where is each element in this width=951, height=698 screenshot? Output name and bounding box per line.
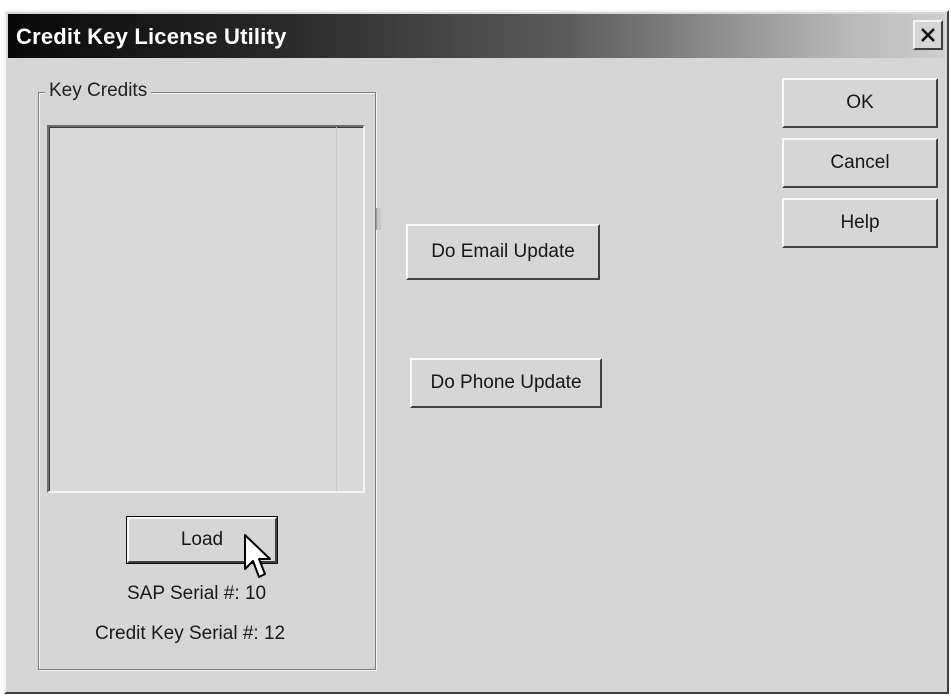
title-bar[interactable]: Credit Key License Utility (8, 14, 945, 58)
load-button[interactable]: Load (126, 516, 278, 564)
credit-key-license-dialog: Credit Key License Utility Key Credits L… (4, 10, 949, 694)
key-credits-list[interactable] (47, 125, 365, 493)
key-credits-label: Key Credits (45, 80, 152, 102)
key-credits-list-scrollbar[interactable] (336, 127, 363, 491)
email-update-button[interactable]: Do Email Update (406, 224, 600, 280)
divider-notch (376, 208, 381, 230)
sap-serial-label: SAP Serial #: (127, 583, 240, 604)
window-title: Credit Key License Utility (16, 24, 287, 49)
close-icon (921, 28, 935, 42)
cancel-button[interactable]: Cancel (782, 138, 938, 188)
key-credits-group: Key Credits Load SAP Serial #: 10 Credit… (38, 80, 376, 670)
key-credits-list-area (49, 127, 363, 491)
help-button[interactable]: Help (782, 198, 938, 248)
credit-key-serial-row: Credit Key Serial #: 12 (95, 623, 285, 645)
credit-key-serial-label: Credit Key Serial #: (95, 623, 259, 644)
credit-key-serial-value: 12 (263, 623, 286, 644)
ok-button[interactable]: OK (782, 78, 938, 128)
phone-update-button[interactable]: Do Phone Update (410, 358, 602, 408)
sap-serial-value: 10 (244, 583, 267, 604)
sap-serial-row: SAP Serial #: 10 (127, 583, 266, 605)
close-button[interactable] (913, 20, 943, 50)
